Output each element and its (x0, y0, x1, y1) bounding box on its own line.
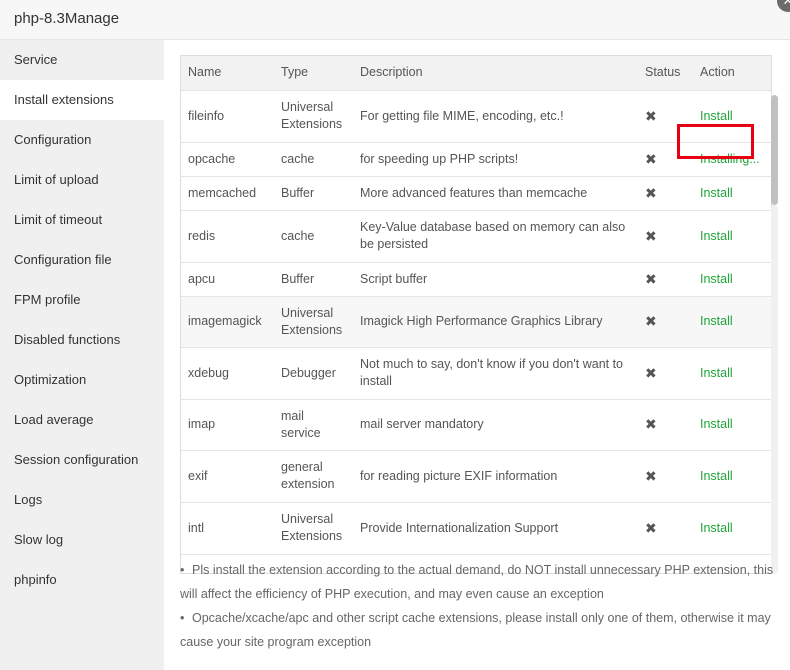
table-header-row: Name Type Description Status Action (181, 56, 771, 91)
ext-name: fileinfo (181, 90, 274, 143)
table-row: imagemagick Universal Extensions Imagick… (181, 296, 771, 348)
note-text: Pls install the extension according to t… (180, 563, 774, 601)
table-row: apcu Buffer Script buffer ✖ Install (181, 262, 771, 297)
table-row: opcache cache for speeding up PHP script… (181, 142, 771, 177)
table-row: imap mail service mail server mandatory … (181, 399, 771, 451)
sidebar-item-configuration[interactable]: Configuration (0, 120, 164, 160)
extensions-table-container[interactable]: Name Type Description Status Action file… (180, 55, 772, 574)
install-button[interactable]: Install (693, 296, 771, 348)
status-not-installed-icon: ✖ (638, 142, 693, 177)
sidebar-item-disabled-functions[interactable]: Disabled functions (0, 320, 164, 360)
header-status: Status (638, 56, 693, 91)
ext-type: mail service (274, 399, 353, 451)
install-button[interactable]: Install (693, 90, 771, 143)
ext-description: Provide Internationalization Support (353, 502, 638, 555)
status-not-installed-icon: ✖ (638, 262, 693, 297)
sidebar-item-optimization[interactable]: Optimization (0, 360, 164, 400)
install-button[interactable]: Install (693, 502, 771, 555)
install-button[interactable]: Install (693, 399, 771, 451)
header-type: Type (274, 56, 353, 91)
ext-type: Universal Extensions (274, 502, 353, 555)
status-not-installed-icon: ✖ (638, 296, 693, 348)
ext-name: apcu (181, 262, 274, 297)
sidebar-item-logs[interactable]: Logs (0, 480, 164, 520)
table-row: exif general extension for reading pictu… (181, 450, 771, 503)
bullet-icon: • (180, 611, 185, 625)
ext-description: Not much to say, don't know if you don't… (353, 347, 638, 400)
ext-description: Imagick High Performance Graphics Librar… (353, 296, 638, 348)
install-button[interactable]: Install (693, 210, 771, 263)
status-not-installed-icon: ✖ (638, 347, 693, 400)
header-description: Description (353, 56, 638, 91)
main-content: Name Type Description Status Action file… (164, 40, 790, 670)
window-title: php-8.3Manage (14, 10, 120, 27)
table-row: intl Universal Extensions Provide Intern… (181, 502, 771, 555)
table-row: redis cache Key-Value database based on … (181, 210, 771, 263)
extensions-table: Name Type Description Status Action file… (181, 56, 771, 555)
ext-type: Buffer (274, 262, 353, 297)
note-item: • Opcache/xcache/apc and other script cac… (180, 606, 780, 654)
sidebar-item-fpm-profile[interactable]: FPM profile (0, 280, 164, 320)
note-text: Opcache/xcache/apc and other script cach… (180, 611, 771, 649)
table-row: xdebug Debugger Not much to say, don't k… (181, 347, 771, 400)
ext-description: For getting file MIME, encoding, etc.! (353, 90, 638, 143)
status-not-installed-icon: ✖ (638, 502, 693, 555)
table-row: fileinfo Universal Extensions For gettin… (181, 90, 771, 143)
ext-name: memcached (181, 176, 274, 211)
install-button[interactable]: Install (693, 347, 771, 400)
ext-type: cache (274, 142, 353, 177)
ext-type: general extension (274, 450, 353, 503)
ext-description: Script buffer (353, 262, 638, 297)
ext-name: exif (181, 450, 274, 503)
ext-description: Key-Value database based on memory can a… (353, 210, 638, 263)
window-titlebar: php-8.3Manage (0, 0, 790, 40)
ext-type: cache (274, 210, 353, 263)
ext-type: Universal Extensions (274, 296, 353, 348)
ext-name: opcache (181, 142, 274, 177)
ext-name: imagemagick (181, 296, 274, 348)
ext-description: mail server mandatory (353, 399, 638, 451)
sidebar-item-limit-of-upload[interactable]: Limit of upload (0, 160, 164, 200)
ext-type: Buffer (274, 176, 353, 211)
installing-status: Installing... (693, 142, 771, 177)
header-name: Name (181, 56, 274, 91)
status-not-installed-icon: ✖ (638, 399, 693, 451)
bullet-icon: • (180, 563, 185, 577)
install-button[interactable]: Install (693, 450, 771, 503)
sidebar-item-limit-of-timeout[interactable]: Limit of timeout (0, 200, 164, 240)
note-item: • Pls install the extension according to … (180, 558, 780, 606)
sidebar-item-session-configuration[interactable]: Session configuration (0, 440, 164, 480)
header-action: Action (693, 56, 771, 91)
install-button[interactable]: Install (693, 176, 771, 211)
sidebar-item-load-average[interactable]: Load average (0, 400, 164, 440)
status-not-installed-icon: ✖ (638, 450, 693, 503)
table-scrollbar-track[interactable] (771, 205, 778, 574)
ext-name: intl (181, 502, 274, 555)
ext-type: Universal Extensions (274, 90, 353, 143)
ext-name: redis (181, 210, 274, 263)
sidebar-item-slow-log[interactable]: Slow log (0, 520, 164, 560)
table-scrollbar-thumb[interactable] (771, 95, 778, 205)
status-not-installed-icon: ✖ (638, 176, 693, 211)
sidebar-item-service[interactable]: Service (0, 40, 164, 80)
sidebar-item-install-extensions[interactable]: Install extensions (0, 80, 164, 120)
status-not-installed-icon: ✖ (638, 210, 693, 263)
ext-description: for speeding up PHP scripts! (353, 142, 638, 177)
ext-name: imap (181, 399, 274, 451)
notes-list: • Pls install the extension according to … (180, 558, 780, 654)
sidebar-item-configuration-file[interactable]: Configuration file (0, 240, 164, 280)
ext-name: xdebug (181, 347, 274, 400)
sidebar-item-phpinfo[interactable]: phpinfo (0, 560, 164, 600)
install-button[interactable]: Install (693, 262, 771, 297)
status-not-installed-icon: ✖ (638, 90, 693, 143)
sidebar: Service Install extensions Configuration… (0, 40, 164, 670)
table-row: memcached Buffer More advanced features … (181, 176, 771, 211)
ext-type: Debugger (274, 347, 353, 400)
ext-description: More advanced features than memcache (353, 176, 638, 211)
ext-description: for reading picture EXIF information (353, 450, 638, 503)
